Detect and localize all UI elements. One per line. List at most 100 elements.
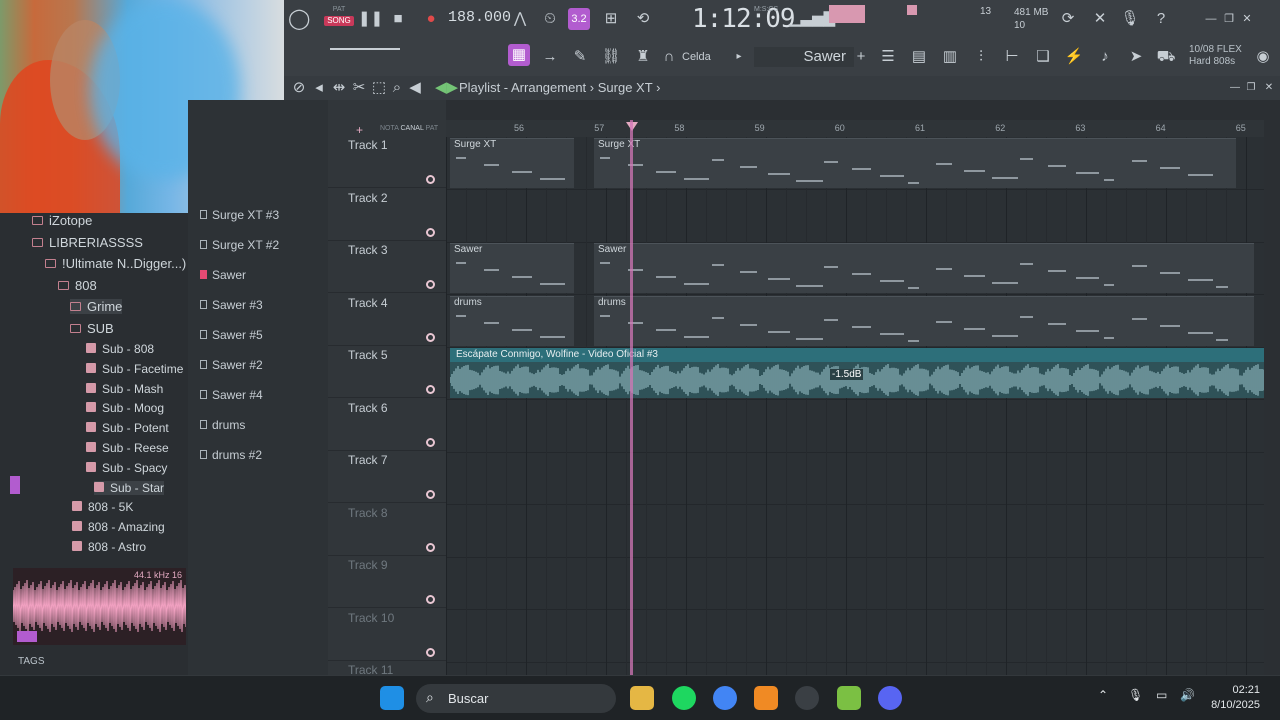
channel-item[interactable]: Sawer #2 [200,358,263,372]
channel-item[interactable]: drums [200,418,245,432]
track-name[interactable]: Track 5 [348,348,388,362]
playlist-grid[interactable]: Surge XT Surge XT Sawer Sawer drums drums Escá… [446,137,1264,675]
track-name[interactable]: Track 1 [348,138,388,152]
mic-tray-icon[interactable]: 🎙 [1128,688,1143,702]
track-mute-dot[interactable] [426,647,435,657]
channel-item[interactable]: Sawer #3 [200,298,263,312]
file-explorer-icon[interactable] [630,686,654,710]
arrange-arrow-icon[interactable]: ◀▶ [435,77,458,99]
snap-selector[interactable]: Celda [682,51,711,63]
link-icon[interactable]: ⛓ [600,46,622,68]
pat-song-toggle[interactable]: PAT SONG [324,6,354,26]
cart-icon[interactable]: ⛟ [1155,46,1177,68]
pattern-clip[interactable]: Surge XT [594,138,1236,188]
window-close-icon[interactable]: ✕ [1236,8,1258,30]
track-name[interactable]: Track 9 [348,558,388,572]
browser-item[interactable]: Grime [70,299,123,315]
track-name[interactable]: Track 4 [348,296,388,310]
main-menu-icon[interactable]: ◯ [288,8,310,30]
browser-item[interactable]: LIBRERIASSSS [32,235,143,250]
mute-tool-icon[interactable]: ◂ [308,77,330,99]
tags-label[interactable]: TAGS [18,656,44,667]
track-mute-dot[interactable] [426,280,435,289]
track-name[interactable]: Track 2 [348,191,388,205]
song-time[interactable]: 1:12:09 [692,4,796,34]
spotify-icon[interactable] [672,686,696,710]
microphone-icon[interactable]: 🎙 [1119,8,1141,30]
windows-start-icon[interactable] [380,686,404,710]
file-icon[interactable]: ❑ [1032,46,1054,68]
magnet-icon[interactable]: ∩ [658,46,680,68]
song-mode-button[interactable]: SONG [324,16,354,26]
track-name[interactable]: Track 7 [348,453,388,467]
network-icon[interactable]: ▭ [1156,688,1167,702]
audio-clip[interactable]: Escápate Conmigo, Wolfine - Video Oficia… [450,348,1264,398]
browser-item[interactable]: Sub - 808 [86,342,154,356]
playlist-pattern[interactable]: Surge XT [598,80,653,95]
browser-item[interactable]: 808 - Amazing [72,520,165,534]
browser-item[interactable]: 808 - 5K [72,500,133,514]
app-icon[interactable] [795,686,819,710]
pattern-clip[interactable]: Sawer [594,243,1254,293]
slip-icon[interactable]: ⇹ [328,77,350,99]
flex-preset-info[interactable]: 10/08 FLEX Hard 808s [1189,44,1242,68]
browser-item[interactable]: Sub - Facetime [86,362,183,376]
taskbar-search[interactable]: ⌕ Buscar [416,684,616,713]
pattern-selector[interactable]: 3.2 [568,8,590,30]
track-mute-dot[interactable] [426,595,435,604]
channel-item[interactable]: Surge XT #3 [200,208,279,222]
add-track-icon[interactable]: + [356,123,363,137]
browser-item[interactable]: Sub - Reese [86,441,169,455]
android-icon[interactable] [837,686,861,710]
channel-item[interactable]: Sawer #5 [200,328,263,342]
channel-item[interactable]: drums #2 [200,448,262,462]
stamp-icon[interactable]: ♜ [632,46,654,68]
track-mute-dot[interactable] [426,227,435,237]
track-mute-dot[interactable] [426,175,435,184]
no-icon[interactable]: ⊘ [288,77,310,99]
pl-close-icon[interactable]: ✕ [1258,77,1280,99]
fl-studio-icon[interactable] [754,686,778,710]
close-x-icon[interactable]: ✕ [1089,8,1111,30]
send-icon[interactable]: ➤ [1125,46,1147,68]
track-mute-dot[interactable] [426,490,435,499]
playlist-icon[interactable]: ▦ [508,44,530,66]
track-mute-dot[interactable] [426,332,435,342]
browser-item[interactable]: SUB [70,321,114,336]
channel-item[interactable]: Surge XT #2 [200,238,279,252]
browser-item[interactable]: Sub - Moog [86,401,164,415]
pattern-clip[interactable]: drums [594,295,1254,346]
flex-knob-icon[interactable]: ◉ [1252,46,1274,68]
speaker-icon[interactable]: ◀ [404,77,426,99]
pencil-icon[interactable]: ✎ [569,46,591,68]
piano-roll-icon[interactable]: ▥ [939,46,961,68]
pattern-clip[interactable]: Sawer [450,243,574,293]
channel-rack-icon[interactable]: ▤ [908,46,930,68]
discord-icon[interactable] [878,686,902,710]
browser-item[interactable]: 808 - Astro [72,540,146,554]
guitar-icon[interactable]: ♪ [1094,46,1116,68]
loop-record-icon[interactable]: ⟲ [632,8,654,30]
channel-item[interactable]: Sawer [200,268,246,282]
plugin-icon[interactable]: ⚡ [1063,46,1085,68]
track-name[interactable]: Track 8 [348,506,388,520]
browser-item[interactable]: !Ultimate N..Digger...) [45,256,186,271]
chrome-icon[interactable] [713,686,737,710]
add-channel-icon[interactable]: + [850,46,872,68]
pattern-clip[interactable]: Surge XT [450,138,574,188]
browser-item[interactable]: Sub - Spacy [86,461,167,475]
browser-item[interactable]: 808 [58,278,97,293]
track-name[interactable]: Track 6 [348,401,388,415]
track-name[interactable]: Track 3 [348,243,388,257]
tree-icon[interactable]: ⊢ [1001,46,1023,68]
tempo-display[interactable]: 188.000 [448,9,511,26]
wait-input-icon[interactable]: ⏲ [539,8,561,30]
browser-item[interactable]: Sub - Star [94,480,165,495]
metronome-icon[interactable]: ⋀ [509,8,531,30]
mixer-icon[interactable]: ☰ [877,46,899,68]
timeline-ruler[interactable]: 56 57 58 59 60 61 62 63 64 65 [446,120,1264,137]
help-icon[interactable]: ? [1150,8,1172,30]
tray-chevron-icon[interactable]: ⌃ [1098,688,1108,702]
track-mute-dot[interactable] [426,385,435,394]
system-clock[interactable]: 02:21 8/10/2025 [1211,683,1260,713]
